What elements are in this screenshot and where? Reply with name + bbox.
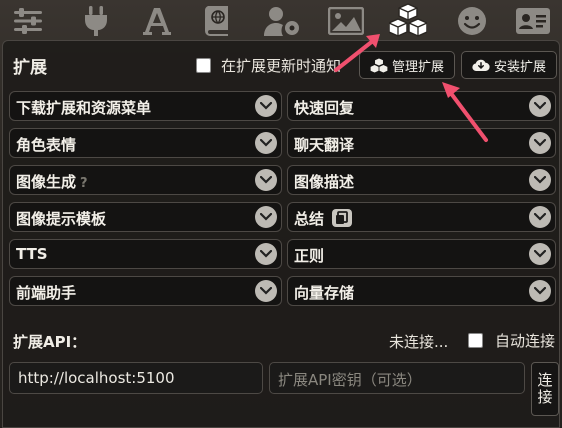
dropdown-label: 图像提示模板	[16, 210, 107, 228]
dropdown-label: 聊天翻译	[294, 136, 355, 154]
dropdown-image-caption[interactable]: 图像描述	[287, 165, 556, 195]
chevron-down-icon[interactable]	[529, 280, 551, 302]
notify-checkbox[interactable]	[196, 58, 211, 73]
install-extensions-label: 安装扩展	[493, 59, 546, 75]
dropdown-expressions[interactable]: 角色表情	[9, 128, 282, 158]
chevron-down-icon[interactable]	[255, 132, 277, 154]
chevron-down-icon[interactable]	[529, 206, 551, 228]
api-key-input[interactable]: 扩展API密钥（可选）	[269, 362, 525, 394]
copy-icon[interactable]	[332, 208, 353, 227]
dropdown-image-prompt-templates[interactable]: 图像提示模板	[9, 202, 282, 232]
dropdown-label: 图像生成?	[16, 173, 88, 191]
dropdown-label: 快速回复	[294, 99, 355, 117]
help-hint[interactable]: ?	[80, 176, 88, 191]
dropdown-download-menu[interactable]: 下载扩展和资源菜单	[9, 91, 282, 121]
manage-extensions-label: 管理扩展	[391, 59, 444, 75]
chevron-down-icon[interactable]	[255, 280, 277, 302]
arrow-annotation-to-cubes	[334, 34, 380, 72]
dropdown-vector-storage[interactable]: 向量存储	[287, 276, 556, 306]
dropdown-label: 下载扩展和资源菜单	[16, 99, 152, 117]
cubes-icon[interactable]	[388, 0, 428, 40]
dropdown-chat-translate[interactable]: 聊天翻译	[287, 128, 556, 158]
dropdown-label: TTS	[16, 245, 48, 263]
extensions-api-title: 扩展API：	[13, 333, 87, 351]
chevron-down-icon[interactable]	[529, 169, 551, 191]
chevron-down-icon[interactable]	[255, 206, 277, 228]
auto-connect[interactable]: 自动连接	[468, 330, 555, 351]
dropdown-frontend-helper[interactable]: 前端助手	[9, 276, 282, 306]
dropdown-label: 角色表情	[16, 136, 77, 154]
auto-connect-label: 自动连接	[495, 332, 556, 350]
chevron-down-icon[interactable]	[255, 169, 277, 191]
notify-on-update[interactable]: 在扩展更新时通知	[196, 55, 341, 76]
top-icon-bar	[0, 0, 562, 40]
auto-connect-checkbox[interactable]	[468, 333, 483, 348]
dropdown-label: 向量存储	[294, 284, 355, 302]
connection-status: 未连接...	[389, 333, 449, 351]
extensions-screen: 扩展 在扩展更新时通知 管理扩展 安装扩展 下载扩展和资源菜单 角色表情 图像生…	[0, 0, 562, 428]
chevron-down-icon[interactable]	[529, 243, 551, 265]
book-globe-icon[interactable]	[198, 4, 238, 38]
chevron-down-icon[interactable]	[255, 243, 277, 265]
dropdown-image-generation[interactable]: 图像生成?	[9, 165, 282, 195]
smiley-icon[interactable]	[452, 4, 492, 38]
dropdown-summarize[interactable]: 总结	[287, 202, 556, 232]
dropdown-regex[interactable]: 正则	[287, 239, 556, 269]
font-icon[interactable]	[137, 4, 177, 38]
dropdown-quick-reply[interactable]: 快速回复	[287, 91, 556, 121]
chevron-down-icon[interactable]	[529, 95, 551, 117]
api-url-input[interactable]: http://localhost:5100	[9, 362, 263, 394]
dropdown-tts[interactable]: TTS	[9, 239, 282, 269]
user-gear-icon[interactable]	[262, 4, 302, 38]
chevron-down-icon[interactable]	[255, 95, 277, 117]
sliders-icon[interactable]	[8, 4, 48, 38]
cloud-download-icon	[472, 59, 490, 72]
dropdown-label: 前端助手	[16, 284, 77, 302]
id-card-icon[interactable]	[513, 4, 553, 38]
install-extensions-button[interactable]: 安装扩展	[461, 51, 557, 79]
extensions-title: 扩展	[13, 58, 47, 78]
notify-label: 在扩展更新时通知	[221, 57, 342, 75]
dropdown-label: 正则	[294, 247, 325, 265]
plug-icon[interactable]	[76, 4, 116, 38]
chevron-down-icon[interactable]	[529, 132, 551, 154]
arrow-annotation-to-manage	[442, 82, 488, 142]
connect-button[interactable]: 连接	[531, 362, 559, 416]
dropdown-label: 图像描述	[294, 173, 355, 191]
dropdown-label: 总结	[294, 208, 353, 229]
